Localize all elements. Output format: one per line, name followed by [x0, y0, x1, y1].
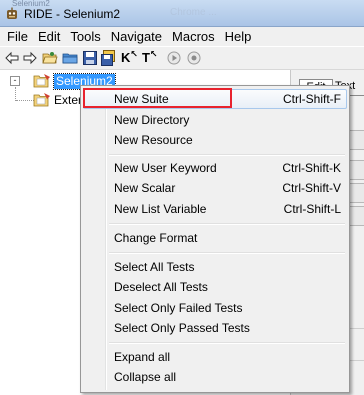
- menu-item-new-directory[interactable]: New Directory: [83, 110, 347, 130]
- menu-item-label: Select Only Passed Tests: [114, 321, 250, 335]
- tree-node-external[interactable]: Exter: [54, 93, 82, 108]
- window-title: RIDE - Selenium2: [24, 7, 121, 21]
- stop-icon[interactable]: [186, 50, 202, 66]
- title-bar[interactable]: Selenium2 RIDE - Selenium2 Chrome ...: [0, 0, 364, 27]
- keyword-glyph: K: [121, 50, 131, 65]
- menu-separator: [109, 252, 345, 254]
- menu-item-shortcut: Ctrl-Shift-V: [282, 181, 341, 195]
- menu-item-new-user-keyword[interactable]: New User Keyword Ctrl-Shift-K: [83, 158, 347, 178]
- tree-collapse-toggle[interactable]: -: [10, 76, 20, 86]
- background-window-title: Selenium2: [12, 0, 50, 7]
- ride-window: Selenium2 RIDE - Selenium2 Chrome ... Fi…: [0, 0, 364, 395]
- tree-context-menu: New Suite Ctrl-Shift-F New Directory New…: [80, 85, 350, 393]
- menu-item-select-failed-tests[interactable]: Select Only Failed Tests: [83, 298, 347, 318]
- ride-app-icon: [7, 7, 17, 19]
- save-all-icon[interactable]: [100, 50, 116, 66]
- menu-item-select-all-tests[interactable]: Select All Tests: [83, 257, 347, 277]
- forward-arrow-icon[interactable]: [22, 50, 38, 66]
- menu-bar: File Edit Tools Navigate Macros Help: [0, 27, 364, 46]
- tree-connector: [15, 87, 16, 101]
- menu-item-label: New User Keyword: [114, 161, 217, 175]
- testcase-icon[interactable]: T↖: [142, 49, 158, 66]
- menu-item-label: Change Format: [114, 231, 198, 245]
- menu-item-deselect-all-tests[interactable]: Deselect All Tests: [83, 277, 347, 297]
- menu-item-label: New Scalar: [114, 181, 176, 195]
- menu-item-label: Collapse all: [114, 370, 177, 384]
- menu-tools[interactable]: Tools: [65, 27, 105, 46]
- menu-item-new-list-variable[interactable]: New List Variable Ctrl-Shift-L: [83, 199, 347, 219]
- menu-item-expand-all[interactable]: Expand all: [83, 347, 347, 367]
- menu-item-collapse-all[interactable]: Collapse all: [83, 367, 347, 387]
- menu-macros[interactable]: Macros: [167, 27, 220, 46]
- menu-separator: [109, 223, 345, 225]
- resource-folder-icon: [33, 93, 50, 107]
- menu-help[interactable]: Help: [220, 27, 257, 46]
- menu-item-new-resource[interactable]: New Resource: [83, 130, 347, 150]
- menu-item-shortcut: Ctrl-Shift-L: [283, 202, 341, 216]
- menu-item-shortcut: Ctrl-Shift-K: [282, 161, 341, 175]
- menu-item-label: Deselect All Tests: [114, 280, 208, 294]
- menu-separator: [109, 154, 345, 156]
- menu-item-shortcut: Ctrl-Shift-F: [283, 92, 341, 106]
- menu-item-label: New List Variable: [114, 202, 207, 216]
- folder-icon[interactable]: [62, 50, 78, 66]
- menu-item-label: Expand all: [114, 350, 171, 364]
- menu-item-label: New Resource: [114, 133, 193, 147]
- run-icon[interactable]: [166, 50, 182, 66]
- toolbar: K↖ T↖: [0, 47, 364, 70]
- save-icon[interactable]: [82, 50, 98, 66]
- menu-navigate[interactable]: Navigate: [106, 27, 167, 46]
- menu-item-select-passed-tests[interactable]: Select Only Passed Tests: [83, 318, 347, 338]
- back-arrow-icon[interactable]: [4, 50, 20, 66]
- suite-folder-icon: [33, 74, 50, 88]
- menu-item-label: Select Only Failed Tests: [114, 301, 243, 315]
- blurred-background-title: Chrome ...: [170, 7, 217, 18]
- testcase-glyph: T: [142, 50, 150, 65]
- tree-connector-h: [16, 100, 34, 101]
- menu-item-change-format[interactable]: Change Format: [83, 228, 347, 248]
- highlight-annotation-box: [83, 88, 232, 108]
- menu-item-label: Select All Tests: [114, 260, 195, 274]
- open-folder-icon[interactable]: [42, 50, 58, 66]
- keyword-icon[interactable]: K↖: [121, 49, 138, 66]
- menu-item-new-scalar[interactable]: New Scalar Ctrl-Shift-V: [83, 178, 347, 198]
- menu-separator: [109, 342, 345, 344]
- menu-edit[interactable]: Edit: [33, 27, 65, 46]
- menu-item-label: New Directory: [114, 113, 190, 127]
- menu-file[interactable]: File: [0, 27, 33, 46]
